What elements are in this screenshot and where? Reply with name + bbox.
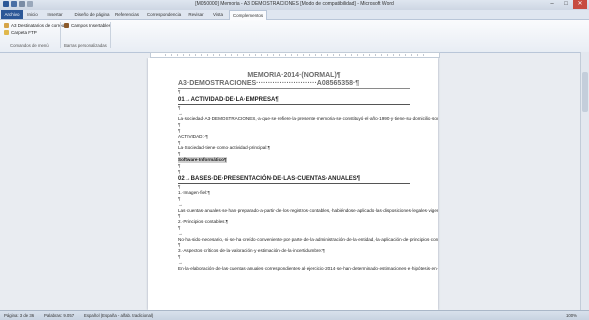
section-2-item-2-text: → No·ha·sido·necesario,·ni·se·ha·creído·…	[178, 230, 438, 242]
tab-referencias[interactable]: Referencias	[114, 10, 140, 19]
ribbon-tabs: Archivo Inicio Insertar Diseño de página…	[0, 10, 589, 20]
doc-header-company: A3·DEMOSTRACIONES·······················…	[178, 80, 410, 89]
tab-revisar[interactable]: Revisar	[186, 10, 206, 19]
section-2-title: 02→BASES·DE·PRESENTACIÓN·DE·LAS·CUENTAS·…	[178, 176, 410, 185]
folder-icon	[4, 29, 9, 35]
group-label-commands: Comandos de menú	[10, 43, 49, 48]
tab-inicio[interactable]: Inicio	[24, 10, 41, 19]
ribbon: A3 Destinatarios de correo Carpeta FTP C…	[0, 20, 589, 53]
ftp-folder-button[interactable]: Carpeta FTP	[4, 29, 37, 35]
maximize-button[interactable]: □	[559, 0, 573, 9]
close-button[interactable]: ✕	[573, 0, 587, 9]
ftp-folder-label: Carpeta FTP	[11, 29, 37, 35]
tab-complementos[interactable]: Complementos	[229, 10, 267, 20]
fields-icon	[64, 22, 69, 28]
pilcrow: ¶	[178, 89, 181, 94]
section-2-item-3-text: → En·la·elaboración·de·las·cuentas·anual…	[178, 259, 438, 271]
window-title: [M050000] Memoria - A3 DEMOSTRACIONES [M…	[195, 1, 394, 7]
window-controls: – □ ✕	[545, 0, 587, 9]
insertable-fields-label: Campos Insertables	[71, 22, 112, 28]
group-separator	[110, 22, 111, 48]
document-body[interactable]: MEMORIA·2014·(NORMAL)¶ A3·DEMOSTRACIONES…	[178, 72, 438, 271]
document-area: MEMORIA·2014·(NORMAL)¶ A3·DEMOSTRACIONES…	[0, 58, 580, 310]
section-1-paragraph: → La·sociedad·A3·DEMOSTRACIONES,·a·que·s…	[178, 110, 438, 122]
document-page[interactable]: MEMORIA·2014·(NORMAL)¶ A3·DEMOSTRACIONES…	[148, 58, 438, 310]
group-label-toolbars: Barras personalizadas	[64, 43, 107, 48]
pilcrow: ¶	[178, 168, 181, 174]
tab-diseno-pagina[interactable]: Diseño de página	[74, 10, 110, 19]
title-bar: [M050000] Memoria - A3 DEMOSTRACIONES [M…	[0, 0, 589, 10]
doc-header-title: MEMORIA·2014·(NORMAL)¶	[247, 72, 341, 79]
section-2-item-1-text: → Las·cuentas·anuales·se·han·preparado·a…	[178, 201, 438, 213]
ruler-ticks	[165, 54, 429, 56]
scrollbar-thumb[interactable]	[582, 72, 588, 112]
activity-value: Software·Informático¶	[178, 156, 227, 163]
insertable-fields-button[interactable]: Campos Insertables	[64, 22, 111, 28]
tab-archivo[interactable]: Archivo	[1, 10, 23, 19]
minimize-button[interactable]: –	[545, 0, 559, 9]
a3-mail-recipients-label: A3 Destinatarios de correo	[11, 22, 65, 28]
section-1-title: 01→ACTIVIDAD·DE·LA·EMPRESA¶	[178, 97, 410, 105]
mail-icon	[4, 22, 9, 28]
tab-insertar[interactable]: Insertar	[45, 10, 65, 19]
tab-vista[interactable]: Vista	[210, 10, 226, 19]
vertical-scrollbar[interactable]	[580, 52, 589, 310]
a3-mail-recipients-button[interactable]: A3 Destinatarios de correo	[4, 22, 64, 28]
tab-correspondencia[interactable]: Correspondencia	[146, 10, 182, 19]
group-separator	[60, 22, 61, 48]
